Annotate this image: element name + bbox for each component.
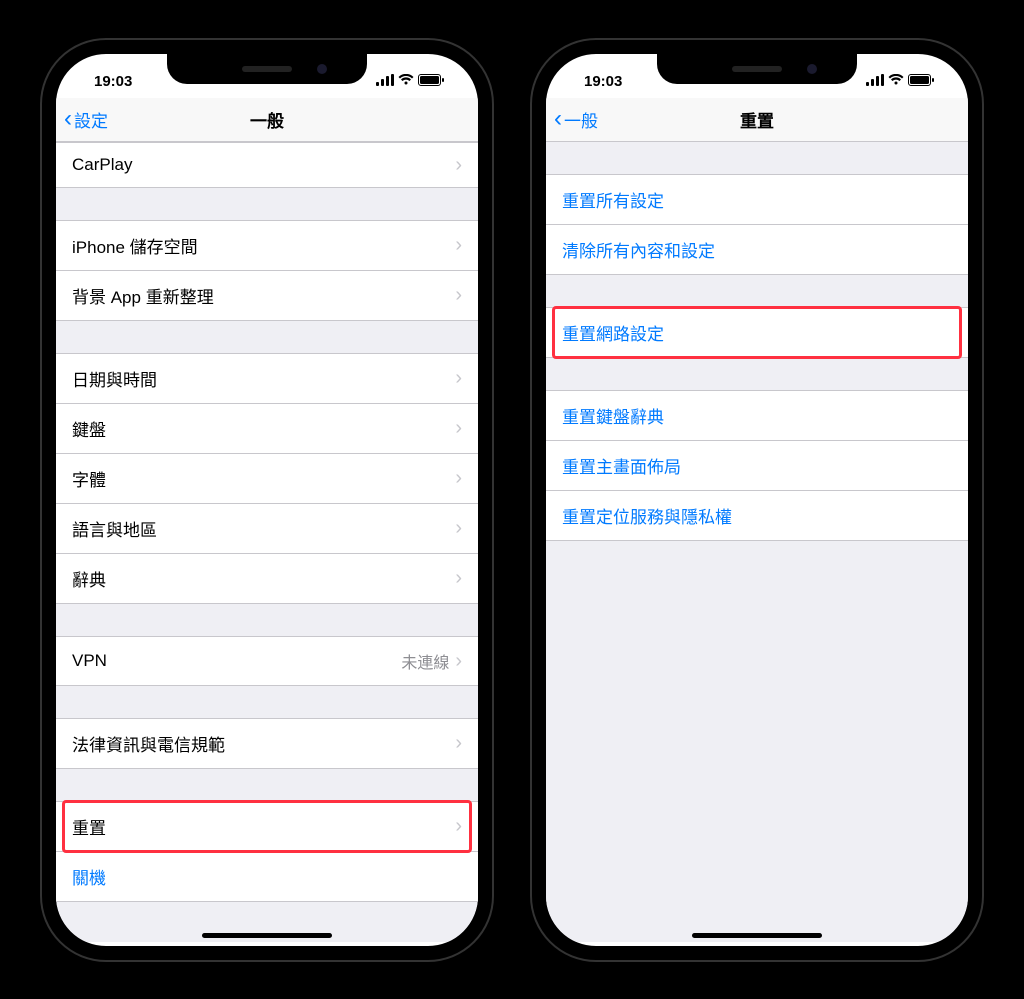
chevron-right-icon: › <box>455 568 462 588</box>
highlight-box <box>62 800 472 853</box>
signal-icon <box>866 73 884 90</box>
row-label: 法律資訊與電信規範 <box>72 731 225 756</box>
phone-reset: 19:03 ‹ 一般 重置 重置所有設定清除所有內容和設定重置網路設定重置鍵盤辭… <box>532 40 982 960</box>
status-time: 19:03 <box>576 73 622 90</box>
settings-row[interactable]: 字體 › <box>56 453 478 503</box>
notch <box>167 54 367 84</box>
row-label: 字體 <box>72 466 106 491</box>
settings-group: 法律資訊與電信規範 › <box>56 718 478 769</box>
settings-row[interactable]: 重置定位服務與隱私權 <box>546 490 968 541</box>
wifi-icon <box>398 73 414 90</box>
settings-group: VPN 未連線 › <box>56 636 478 686</box>
home-indicator[interactable] <box>202 933 332 938</box>
settings-row[interactable]: 重置鍵盤辭典 <box>546 390 968 440</box>
row-label: 清除所有內容和設定 <box>562 237 715 262</box>
settings-group: 重置 › 關機 <box>56 801 478 902</box>
settings-row[interactable]: 日期與時間 › <box>56 353 478 403</box>
row-label: 重置鍵盤辭典 <box>562 403 664 428</box>
row-label: 語言與地區 <box>72 516 157 541</box>
chevron-left-icon: ‹ <box>554 107 562 131</box>
back-button[interactable]: ‹ 一般 <box>554 107 598 132</box>
settings-row[interactable]: VPN 未連線 › <box>56 636 478 686</box>
settings-row[interactable]: 關機 <box>56 851 478 902</box>
row-label: 重置主畫面佈局 <box>562 453 681 478</box>
row-label: iPhone 儲存空間 <box>72 233 198 258</box>
notch <box>657 54 857 84</box>
nav-bar: ‹ 一般 重置 <box>546 98 968 142</box>
screen-body-general[interactable]: CarPlay›iPhone 儲存空間›背景 App 重新整理›日期與時間›鍵盤… <box>56 142 478 942</box>
signal-icon <box>376 73 394 90</box>
nav-bar: ‹ 設定 一般 <box>56 98 478 142</box>
settings-row[interactable]: CarPlay › <box>56 142 478 188</box>
settings-row[interactable]: 重置主畫面佈局 <box>546 440 968 490</box>
row-detail: 未連線 <box>401 649 449 673</box>
row-label: 關機 <box>72 864 106 889</box>
row-label: CarPlay <box>72 155 132 175</box>
chevron-right-icon: › <box>455 368 462 388</box>
settings-row[interactable]: iPhone 儲存空間 › <box>56 220 478 270</box>
settings-row[interactable]: 清除所有內容和設定 <box>546 224 968 275</box>
settings-group: 重置網路設定 <box>546 307 968 358</box>
settings-group: 重置鍵盤辭典重置主畫面佈局重置定位服務與隱私權 <box>546 390 968 541</box>
row-label: 重置網路設定 <box>562 320 664 345</box>
page-title: 重置 <box>740 107 774 132</box>
status-indicators <box>866 73 938 90</box>
back-label: 設定 <box>74 107 108 132</box>
settings-row[interactable]: 法律資訊與電信規範 › <box>56 718 478 769</box>
back-label: 一般 <box>564 107 598 132</box>
chevron-right-icon: › <box>455 418 462 438</box>
battery-icon <box>908 73 934 90</box>
row-label: VPN <box>72 651 107 671</box>
settings-row[interactable]: 語言與地區 › <box>56 503 478 553</box>
settings-row[interactable]: 重置網路設定 <box>546 307 968 358</box>
wifi-icon <box>888 73 904 90</box>
phone-general: 19:03 ‹ 設定 一般 CarPlay›iPhone 儲存空間›背景 App… <box>42 40 492 960</box>
settings-row[interactable]: 背景 App 重新整理 › <box>56 270 478 321</box>
chevron-right-icon: › <box>455 235 462 255</box>
settings-group: iPhone 儲存空間 › 背景 App 重新整理 › <box>56 220 478 321</box>
chevron-right-icon: › <box>455 155 462 175</box>
status-indicators <box>376 73 448 90</box>
settings-group: CarPlay › <box>56 142 478 188</box>
chevron-left-icon: ‹ <box>64 107 72 131</box>
screen-body-reset[interactable]: 重置所有設定清除所有內容和設定重置網路設定重置鍵盤辭典重置主畫面佈局重置定位服務… <box>546 142 968 942</box>
home-indicator[interactable] <box>692 933 822 938</box>
settings-row[interactable]: 重置 › <box>56 801 478 851</box>
chevron-right-icon: › <box>455 468 462 488</box>
row-label: 重置 <box>72 814 106 839</box>
row-label: 日期與時間 <box>72 366 157 391</box>
chevron-right-icon: › <box>455 285 462 305</box>
chevron-right-icon: › <box>455 651 462 671</box>
row-label: 重置所有設定 <box>562 187 664 212</box>
chevron-right-icon: › <box>455 518 462 538</box>
status-time: 19:03 <box>86 73 132 90</box>
row-label: 背景 App 重新整理 <box>72 283 214 308</box>
settings-group: 日期與時間 › 鍵盤 › 字體 › 語言與地區 › 辭典 › <box>56 353 478 604</box>
row-label: 辭典 <box>72 566 106 591</box>
chevron-right-icon: › <box>455 733 462 753</box>
page-title: 一般 <box>250 107 284 132</box>
back-button[interactable]: ‹ 設定 <box>64 107 108 132</box>
settings-row[interactable]: 鍵盤 › <box>56 403 478 453</box>
settings-row[interactable]: 辭典 › <box>56 553 478 604</box>
row-label: 鍵盤 <box>72 416 106 441</box>
chevron-right-icon: › <box>455 816 462 836</box>
battery-icon <box>418 73 444 90</box>
row-label: 重置定位服務與隱私權 <box>562 503 732 528</box>
settings-group: 重置所有設定清除所有內容和設定 <box>546 174 968 275</box>
settings-row[interactable]: 重置所有設定 <box>546 174 968 224</box>
